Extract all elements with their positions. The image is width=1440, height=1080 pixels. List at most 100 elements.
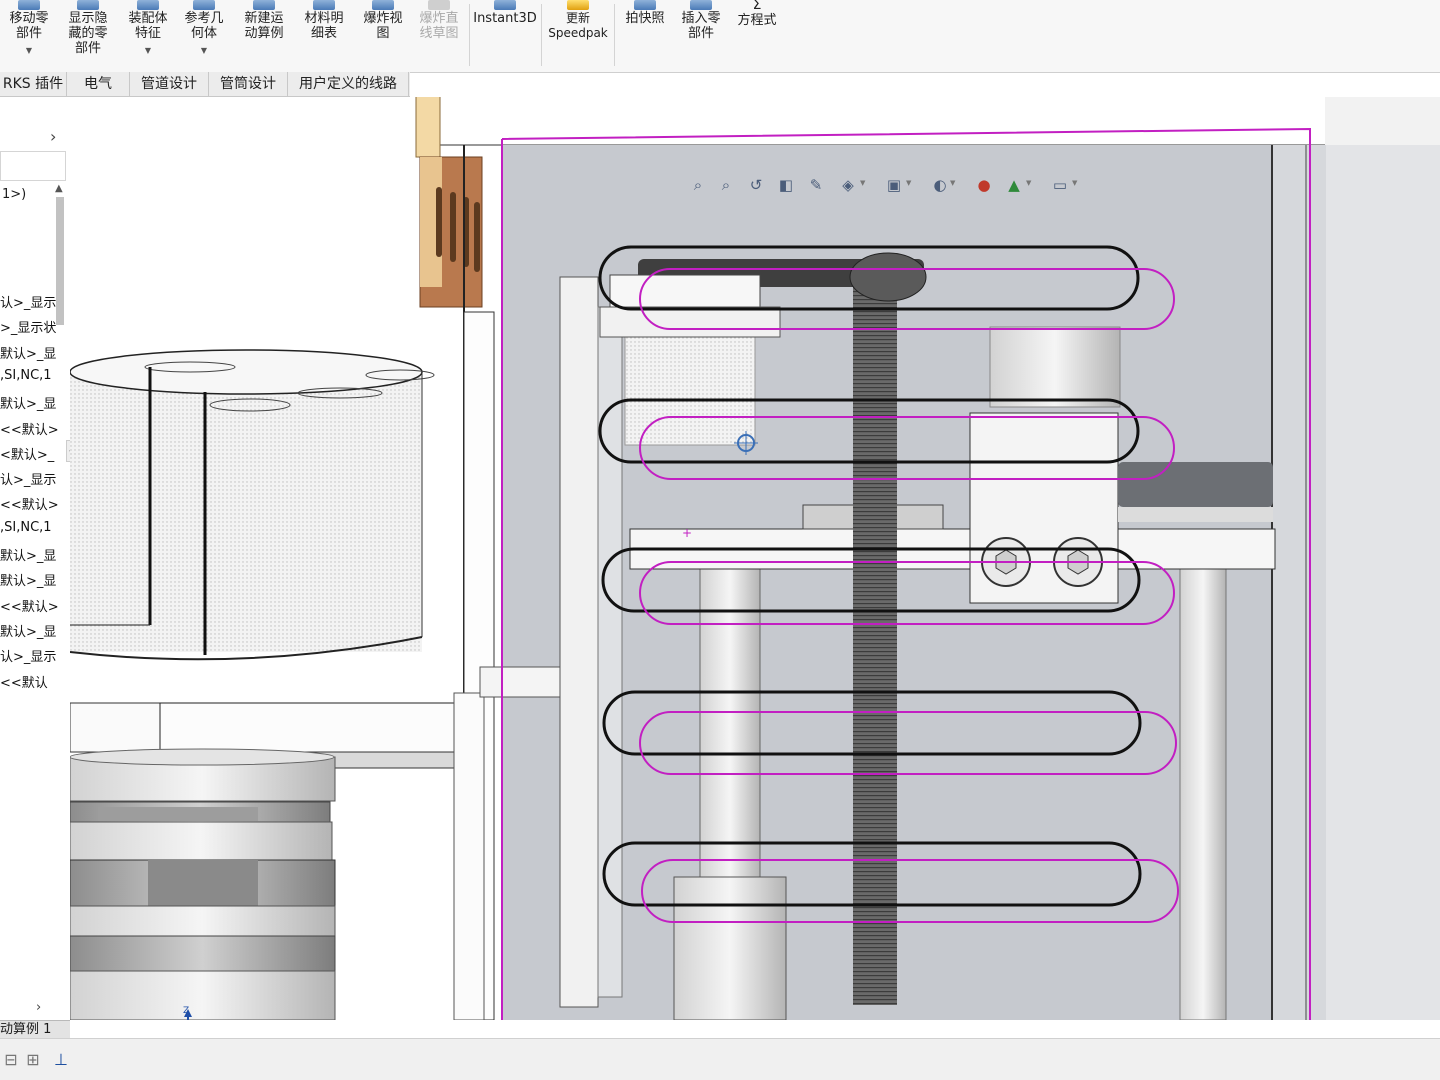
ribbon-separator [541, 4, 542, 66]
bill-of-materials-button[interactable]: 材料明 细表 [298, 0, 350, 70]
previous-view-icon[interactable]: ↺ [746, 175, 766, 195]
hide-show-icon[interactable]: ◐ [930, 175, 950, 195]
lower-cylinder-stack[interactable] [70, 748, 336, 1020]
tree-item[interactable]: >_显示状 [0, 317, 56, 336]
assembly-features-label: 装配体 特征 [128, 11, 168, 41]
chevron-right-icon[interactable]: › [50, 127, 56, 146]
reference-geometry-button[interactable]: 参考几 何体 ▼ [178, 0, 230, 70]
tab-piping[interactable]: 管道设计 [130, 72, 209, 96]
copper-bracket[interactable] [419, 156, 483, 308]
tree-item[interactable]: <默认>_ [0, 444, 54, 463]
sigma-icon: Σ [752, 0, 762, 13]
move-component-icon [18, 0, 40, 10]
chevron-right-icon[interactable]: › [36, 1000, 41, 1015]
lead-screw[interactable] [853, 265, 897, 1005]
tab-user-defined-routing[interactable]: 用户定义的线路 [288, 72, 409, 96]
zoom-to-fit-icon[interactable]: ⌕ [688, 175, 708, 195]
move-component-label: 移动零 部件 [9, 11, 49, 41]
reference-geometry-icon [193, 0, 215, 10]
zoom-area-icon[interactable]: ⌕ [716, 175, 736, 195]
scroll-thumb[interactable] [56, 197, 64, 325]
tree-item[interactable]: 默认>_显 [0, 570, 56, 589]
chevron-down-icon[interactable]: ▼ [860, 179, 865, 187]
tree-item[interactable]: 默认>_显 [0, 393, 56, 412]
exploded-view-label: 爆炸视 图 [363, 11, 403, 41]
bill-of-materials-label: 材料明 细表 [304, 11, 344, 41]
apply-scene-icon[interactable]: ▲ [1004, 175, 1024, 195]
tree-item[interactable]: <<默认 [0, 672, 48, 691]
assembly-3d-view: + [70, 97, 1440, 1020]
chevron-down-icon[interactable]: ▼ [178, 43, 230, 58]
new-motion-study-label: 新建运 动算例 [244, 11, 284, 41]
solidworks-window: 移动零 部件 ▼ 显示隐 藏的零 部件 装配体 特征 ▼ 参考几 何体 ▼ 新建… [0, 0, 1440, 1080]
show-hidden-components-button[interactable]: 显示隐 藏的零 部件 [62, 0, 114, 70]
take-snapshot-button[interactable]: 拍快照 [618, 0, 672, 70]
tree-item[interactable]: 认>_显示 [0, 646, 56, 665]
view-orientation-icon[interactable]: ◈ [838, 175, 858, 195]
chevron-down-icon[interactable]: ▼ [122, 43, 174, 58]
tree-item[interactable]: <<默认> [0, 494, 59, 513]
equations-button[interactable]: Σ 方程式 [730, 0, 784, 70]
assembly-features-button[interactable]: 装配体 特征 ▼ [122, 0, 174, 70]
layout-icon[interactable]: ⊞ [22, 1049, 44, 1071]
section-view-icon[interactable]: ◧ [776, 175, 796, 195]
explode-line-sketch-label: 爆炸直 线草图 [419, 11, 459, 41]
tree-item[interactable]: <<默认> [0, 419, 59, 438]
insert-component-label: 插入零 部件 [681, 11, 721, 41]
feature-manager-tree: › 1>) 认>_显示 >_显示状默认>_显 ,SI,NC,1 默认>_显 <<默认> <… [0, 97, 71, 1020]
equations-label: 方程式 [737, 13, 777, 28]
graphics-viewport[interactable]: + ⌕ ⌕ ↺ ◧ ✎ ◈ ▼ ▣ ▼ ◐ ▼ ● ▲ ▼ ▭ ▼ Z [70, 97, 1440, 1020]
assembly-features-icon [137, 0, 159, 10]
new-motion-study-button[interactable]: 新建运 动算例 [238, 0, 290, 70]
motion-study-icon[interactable]: ⊥ [50, 1049, 72, 1071]
tree-item[interactable]: 默认>_显 [0, 343, 56, 362]
triad-z-label: Z [183, 1006, 189, 1016]
svg-text:+: + [682, 526, 692, 540]
ribbon-separator [469, 4, 470, 66]
tree-item[interactable]: 认>_显示 [0, 469, 56, 488]
camera-icon [634, 0, 656, 10]
dynamic-annotation-icon[interactable]: ✎ [806, 175, 826, 195]
tree-item[interactable]: 默认>_显 [0, 621, 56, 640]
reference-triad: Z X [183, 1006, 192, 1020]
transparent-drum[interactable] [70, 349, 435, 661]
instant3d-button[interactable]: Instant3D [472, 0, 538, 70]
insert-component-button[interactable]: 插入零 部件 [674, 0, 728, 70]
take-snapshot-label: 拍快照 [625, 11, 665, 26]
scroll-up-icon[interactable]: ▲ [55, 183, 63, 194]
view-settings-icon[interactable]: ▭ [1050, 175, 1070, 195]
guide-rod-right[interactable] [1179, 564, 1227, 1020]
update-speedpak-label: 更新 Speedpak [548, 11, 608, 40]
tab-solidworks-addins[interactable]: RKS 插件 [0, 72, 67, 96]
motion-study-tab[interactable]: 动算例 1 [0, 1020, 70, 1039]
ribbon-separator [614, 4, 615, 66]
edit-appearance-icon[interactable]: ● [974, 175, 994, 195]
chevron-down-icon[interactable]: ▼ [950, 179, 955, 187]
tree-item[interactable]: ,SI,NC,1 [0, 520, 52, 535]
tree-root-item[interactable]: 1>) [2, 187, 26, 202]
tree-item[interactable]: 默认>_显 [0, 545, 56, 564]
tab-tubing[interactable]: 管筒设计 [209, 72, 288, 96]
display-style-icon[interactable]: ▣ [884, 175, 904, 195]
tree-item[interactable]: ,SI,NC,1 [0, 368, 52, 383]
chevron-down-icon[interactable]: ▼ [1072, 179, 1077, 187]
move-component-button[interactable]: 移动零 部件 ▼ [4, 0, 54, 70]
update-speedpak-button[interactable]: 更新 Speedpak [544, 0, 612, 70]
timeline-filter-icon[interactable]: ⊟ [0, 1049, 22, 1071]
tab-electrical[interactable]: 电气 [67, 72, 130, 96]
tree-item[interactable]: <<默认> [0, 596, 59, 615]
chevron-down-icon[interactable]: ▼ [1026, 179, 1031, 187]
reference-geometry-label: 参考几 何体 [184, 11, 224, 41]
tree-filter-input[interactable] [0, 151, 66, 181]
exploded-view-button[interactable]: 爆炸视 图 [356, 0, 410, 70]
bill-of-materials-icon [313, 0, 335, 10]
motion-study-bar: ⊟ ⊞ ⊥ [0, 1038, 1440, 1080]
chevron-down-icon[interactable]: ▼ [4, 43, 54, 58]
tree-scrollbar[interactable]: ▲ ▼ [53, 183, 67, 1020]
show-hidden-components-label: 显示隐 藏的零 部件 [68, 11, 108, 56]
insert-component-icon [690, 0, 712, 10]
tree-item[interactable]: 认>_显示 [0, 292, 56, 311]
instant3d-icon [494, 0, 516, 10]
chevron-down-icon[interactable]: ▼ [906, 179, 911, 187]
explode-line-sketch-button[interactable]: 爆炸直 线草图 [412, 0, 466, 70]
